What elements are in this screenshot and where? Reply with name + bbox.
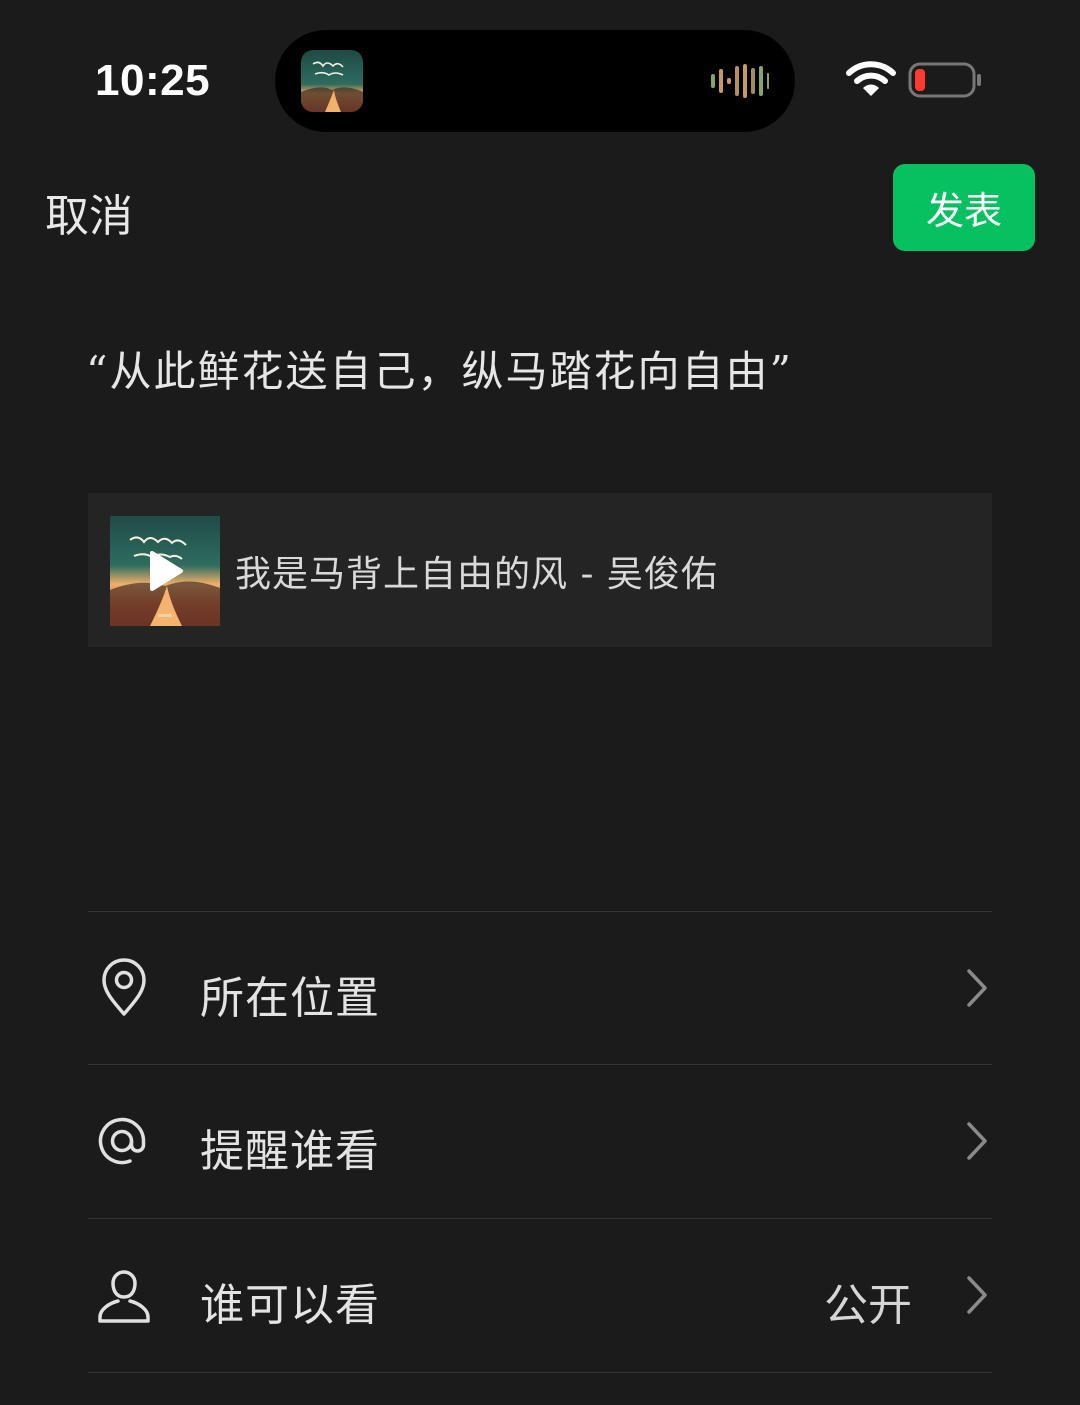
menu-item-mention[interactable]: 提醒谁看 — [88, 1065, 992, 1218]
now-playing-artwork — [301, 50, 363, 112]
play-icon[interactable] — [148, 550, 184, 596]
battery-low-icon — [908, 62, 984, 104]
music-title: 我是马背上自由的风 - 吴俊佑 — [235, 554, 718, 595]
chevron-right-icon — [966, 968, 988, 1012]
post-text[interactable]: “从此鲜花送自己，纵马踏花向自由” — [86, 338, 793, 399]
location-pin-icon — [92, 958, 152, 1018]
menu-item-label: 所在位置 — [200, 973, 380, 1024]
menu-item-label: 谁可以看 — [200, 1280, 380, 1331]
person-icon — [92, 1265, 152, 1325]
status-time: 10:25 — [95, 56, 211, 105]
publish-button[interactable]: 发表 — [893, 164, 1035, 251]
album-cover — [110, 516, 220, 626]
menu-item-location[interactable]: 所在位置 — [88, 912, 992, 1065]
chevron-right-icon — [966, 1121, 988, 1165]
moments-compose-screen: 10:25 取消 发表 “从此鲜花送自己，纵马踏花向自由” 我是马背上自由的风 … — [0, 0, 1080, 1405]
dynamic-island[interactable] — [275, 30, 795, 132]
menu-item-label: 提醒谁看 — [200, 1126, 380, 1177]
chevron-right-icon — [966, 1275, 988, 1319]
cancel-button[interactable]: 取消 — [45, 180, 133, 244]
audio-waveform-icon — [711, 64, 769, 102]
at-sign-icon — [92, 1111, 152, 1171]
visibility-value: 公开 — [824, 1280, 912, 1331]
divider — [88, 1372, 992, 1373]
shared-music-card[interactable]: 我是马背上自由的风 - 吴俊佑 — [88, 493, 992, 647]
menu-item-visibility[interactable]: 谁可以看 公开 — [88, 1219, 992, 1372]
wifi-icon — [846, 60, 896, 102]
